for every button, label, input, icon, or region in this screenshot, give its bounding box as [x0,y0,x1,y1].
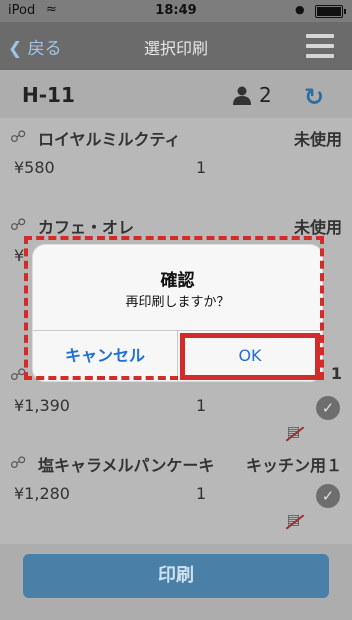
item-name: ロイヤルミルクティ [38,130,181,149]
table-id: H-11 [22,83,75,107]
item-price: ¥580 [14,158,55,177]
item-quantity: 1 [196,158,207,177]
item-status: 1 [330,364,342,383]
page-title: 選択印刷 [143,39,208,58]
checkmark-icon[interactable]: ✓ [316,396,340,420]
order-item[interactable]: ☍ ロイヤルミルクティ 未使用 ¥580 1 [0,118,352,207]
print-disabled-icon: ▤ [287,424,303,442]
rotation-lock-icon: ● [295,3,305,16]
item-quantity: 1 [196,484,207,503]
item-status: 未使用 [293,130,342,149]
person-icon [233,86,251,105]
item-icon: ☍ [10,127,27,146]
item-status: 未使用 [293,218,342,237]
item-price: ¥1,390 [14,396,70,415]
order-item[interactable]: ☍ 塩キャラメルパンケーキ キッチン用１ ¥1,280 1 ✓ ▤ [0,444,352,545]
checkmark-icon[interactable]: ✓ [316,484,340,508]
item-price: ¥1,280 [14,484,70,503]
item-quantity: 1 [196,396,207,415]
ok-highlight-box [180,333,320,380]
item-icon: ☍ [10,215,27,234]
refresh-icon[interactable]: ↻ [304,83,324,111]
order-header: H-11 2 ↻ [0,70,352,118]
item-status: キッチン用１ [245,456,342,475]
battery-icon [315,5,346,18]
print-disabled-icon: ▤ [287,512,303,530]
guest-count: 2 [259,83,272,107]
status-bar: iPod ≈ 18:49 ● [0,0,352,22]
navigation-bar: ❮ 戻る 選択印刷 [0,22,352,70]
print-button[interactable]: 印刷 [23,554,329,598]
footer: 印刷 [0,544,352,620]
item-price: ¥ [14,246,25,265]
hamburger-menu-icon[interactable] [306,34,334,58]
item-name: 塩キャラメルパンケーキ [38,456,215,475]
item-name: カフェ・オレ [38,218,135,237]
item-icon: ☍ [10,453,27,472]
